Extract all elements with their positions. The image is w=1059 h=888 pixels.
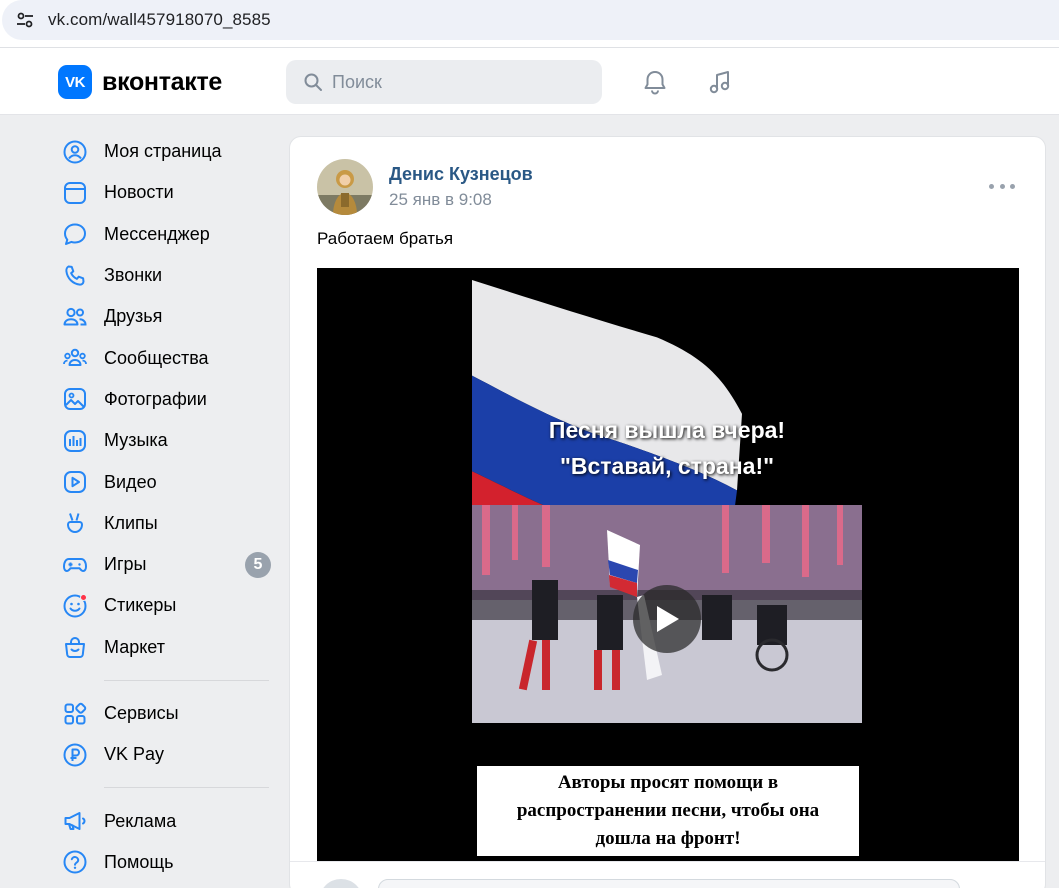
sidebar-item-photos[interactable]: Фотографии xyxy=(58,379,273,420)
sidebar-item-clips[interactable]: Клипы xyxy=(58,503,273,544)
post-text: Работаем братья xyxy=(317,229,454,248)
sidebar-item-calls[interactable]: Звонки xyxy=(58,255,273,296)
music-note-icon[interactable] xyxy=(704,66,736,98)
games-count-badge: 5 xyxy=(245,551,271,578)
left-nav: Моя страница Новости Мессенджер Звонки Д… xyxy=(58,131,273,883)
post-author-name[interactable]: Денис Кузнецов xyxy=(389,164,533,185)
video-title-overlay: Песня вышла вчера! "Вставай, страна!" xyxy=(472,412,862,484)
sidebar-item-label: Помощь xyxy=(104,851,174,872)
bell-icon[interactable] xyxy=(639,66,671,98)
sidebar-item-label: Новости xyxy=(104,182,174,203)
services-icon xyxy=(60,699,90,729)
post-card: Денис Кузнецов 25 янв в 9:08 Работаем бр… xyxy=(289,136,1046,888)
sidebar-item-label: Мессенджер xyxy=(104,223,210,244)
sidebar-item-ads[interactable]: Реклама xyxy=(58,800,273,841)
user-circle-icon xyxy=(60,137,90,167)
browser-toolbar: vk.com/wall457918070_8585 xyxy=(0,0,1059,48)
sidebar-item-label: Игры xyxy=(104,554,147,575)
sidebar-item-my-page[interactable]: Моя страница xyxy=(58,131,273,172)
sidebar-item-label: Видео xyxy=(104,471,157,492)
video-title-line: "Вставай, страна!" xyxy=(559,453,775,479)
sidebar-item-label: Маркет xyxy=(104,636,165,657)
comment-input[interactable] xyxy=(378,879,960,888)
vk-logo-text: вконтакте xyxy=(102,67,223,96)
sidebar-divider xyxy=(104,787,269,789)
video-caption-line: распространении песни, чтобы она xyxy=(516,800,820,821)
gamepad-icon xyxy=(60,550,90,580)
music-icon xyxy=(60,426,90,456)
post-timestamp[interactable]: 25 янв в 9:08 xyxy=(389,190,492,210)
sidebar-item-vkpay[interactable]: VK Pay xyxy=(58,734,273,775)
photo-icon xyxy=(60,384,90,414)
tune-icon[interactable] xyxy=(14,9,36,31)
sidebar-item-label: Сервисы xyxy=(104,703,179,723)
newsfeed-icon xyxy=(60,178,90,208)
search-input[interactable] xyxy=(332,71,572,93)
sidebar-item-label: Музыка xyxy=(104,430,168,451)
sidebar-item-help[interactable]: Помощь xyxy=(58,842,273,883)
clips-icon xyxy=(60,508,90,538)
sticker-icon xyxy=(60,591,90,621)
post-more-button[interactable] xyxy=(989,179,1015,193)
video-icon xyxy=(60,467,90,497)
sidebar-item-messenger[interactable]: Мессенджер xyxy=(58,214,273,255)
search-icon xyxy=(302,71,324,93)
sidebar-item-label: Фотографии xyxy=(104,388,207,409)
video-player[interactable]: Песня вышла вчера! "Вставай, страна!" Ав… xyxy=(317,268,1019,862)
sidebar-item-games[interactable]: Игры 5 xyxy=(58,544,273,585)
video-caption-line: Авторы просят помощи в xyxy=(557,772,779,793)
message-icon xyxy=(60,219,90,249)
help-icon xyxy=(60,847,90,877)
sidebar-item-label: Моя страница xyxy=(104,141,222,162)
author-avatar[interactable] xyxy=(317,159,373,215)
phone-icon xyxy=(60,261,90,291)
site-header: VK вконтакте xyxy=(0,48,1059,115)
sidebar-item-communities[interactable]: Сообщества xyxy=(58,337,273,378)
sidebar-item-label: Сообщества xyxy=(104,347,209,368)
sidebar-item-label: VK Pay xyxy=(104,744,165,765)
sidebar-item-services[interactable]: Сервисы xyxy=(58,693,273,734)
notification-dot xyxy=(80,593,87,601)
vkpay-icon xyxy=(60,740,90,770)
sidebar-item-label: Стикеры xyxy=(104,595,177,616)
vk-logo[interactable]: VK вконтакте xyxy=(58,65,222,99)
sidebar-item-video[interactable]: Видео xyxy=(58,461,273,502)
sidebar-item-label: Реклама xyxy=(104,810,177,831)
video-caption: Авторы просят помощи в распространении п… xyxy=(477,766,859,856)
sidebar-item-stickers[interactable]: Стикеры xyxy=(58,585,273,626)
video-play-button[interactable] xyxy=(633,585,701,653)
url-text[interactable]: vk.com/wall457918070_8585 xyxy=(48,10,271,30)
megaphone-icon xyxy=(60,806,90,836)
sidebar-item-label: Звонки xyxy=(104,265,163,286)
video-title-line: Песня вышла вчера! xyxy=(548,417,786,443)
sidebar-item-news[interactable]: Новости xyxy=(58,172,273,213)
sidebar-item-friends[interactable]: Друзья xyxy=(58,296,273,337)
communities-icon xyxy=(60,343,90,373)
sidebar-item-label: Друзья xyxy=(104,306,163,327)
sidebar-item-label: Клипы xyxy=(104,512,158,533)
search-box[interactable] xyxy=(286,60,602,104)
sidebar-divider xyxy=(104,679,269,681)
post-divider xyxy=(290,861,1045,862)
users-icon xyxy=(60,302,90,332)
video-caption-line: дошла на фронт! xyxy=(595,828,741,849)
sidebar-item-music[interactable]: Музыка xyxy=(58,420,273,461)
market-icon xyxy=(60,632,90,662)
comment-avatar xyxy=(319,879,363,888)
address-bar[interactable]: vk.com/wall457918070_8585 xyxy=(2,0,1059,40)
sidebar-item-market[interactable]: Маркет xyxy=(58,627,273,668)
vk-logo-mark: VK xyxy=(58,65,92,99)
